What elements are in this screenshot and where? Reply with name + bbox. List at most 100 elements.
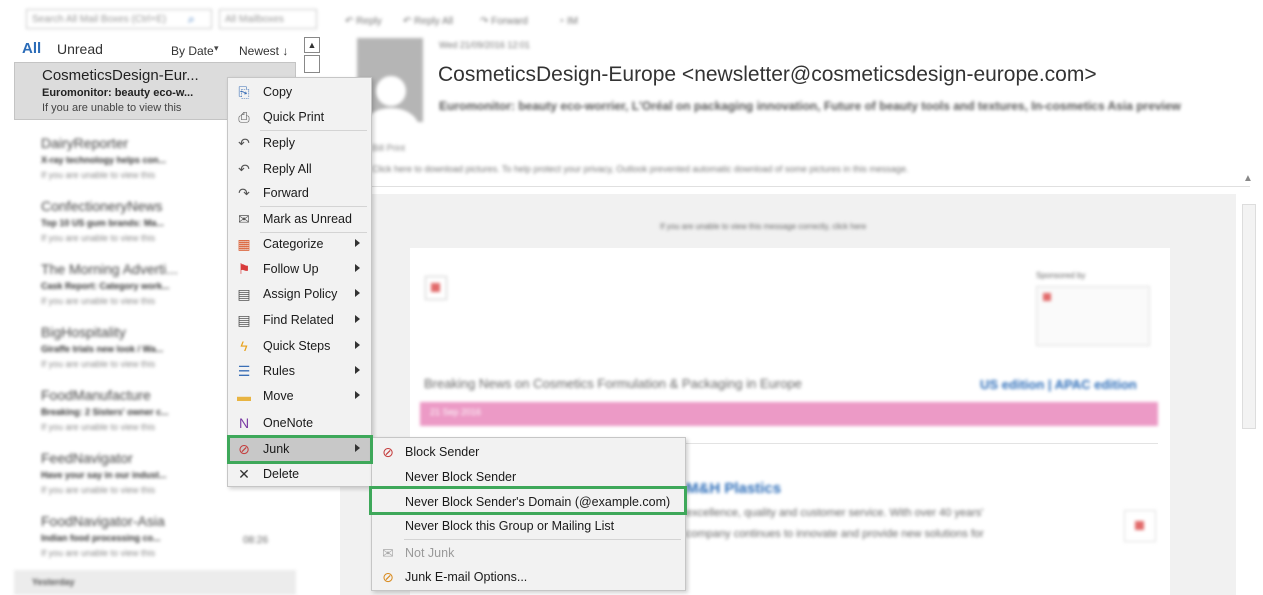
menu-item-label: Quick Print	[263, 110, 325, 124]
message-subject-preview: X-ray technology helps con...	[41, 155, 167, 165]
mailbox-scope-select[interactable]: All Mailboxes	[219, 9, 317, 29]
junk-item-junk-e-mail-options[interactable]: ⊘ Junk E-mail Options...	[373, 565, 684, 589]
message-subject: Euromonitor: beauty eco-worrier, L'Oréal…	[439, 99, 1181, 113]
block-sender-icon: ⊘	[382, 444, 394, 460]
filter-unread-tab[interactable]: Unread	[57, 41, 103, 57]
menu-item-label: Follow Up	[263, 262, 319, 276]
search-input[interactable]: Search All Mail Boxes (Ctrl+E)	[26, 9, 212, 29]
message-preview: If you are unable to view this	[41, 422, 156, 432]
submenu-arrow-icon	[355, 391, 360, 399]
menu-item-categorize[interactable]: ▦ Categorize	[229, 232, 370, 256]
article-text: company continues to innovate and provid…	[686, 528, 984, 540]
menu-item-label: Mark as Unread	[263, 212, 352, 226]
message-preview: If you are unable to view this	[41, 548, 156, 558]
junk-item-block-sender[interactable]: ⊘ Block Sender	[373, 440, 684, 464]
message-list-item[interactable]: FoodNavigator-Asia Indian food processing…	[14, 509, 296, 567]
menu-item-label: Block Sender	[405, 445, 480, 459]
menu-item-reply[interactable]: ↶ Reply	[229, 131, 370, 155]
menu-item-label: Move	[263, 389, 294, 403]
sponsor-image[interactable]	[1036, 286, 1150, 346]
menu-item-mark-as-unread[interactable]: ✉ Mark as Unread	[229, 207, 370, 231]
message-sender: FoodManufacture	[41, 387, 151, 403]
message-subject-preview: Have your say in our indust...	[41, 470, 167, 480]
message-preview: If you are unable to view this	[41, 359, 156, 369]
message-subject-preview: Breaking: 2 Sisters' owner c...	[41, 407, 169, 417]
menu-item-label: Never Block Sender	[405, 470, 517, 484]
find-related-icon: ▤	[237, 312, 251, 328]
sponsored-label: Sponsored by	[1036, 271, 1086, 280]
not-junk-icon: ✉	[382, 545, 394, 561]
message-sender: FoodNavigator-Asia	[41, 513, 165, 529]
message-sender: FeedNavigator	[41, 450, 133, 466]
context-menu: ⎘ Copy ⎙ Quick Print ↶ Reply ↶ Reply All ↷ Forwar…	[227, 77, 372, 487]
menu-separator	[404, 539, 681, 540]
reply-button[interactable]: ↶ Reply	[345, 16, 382, 27]
message-preview: If you are unable to view this	[41, 233, 156, 243]
filter-all-tab[interactable]: All	[22, 40, 41, 57]
submenu-arrow-icon	[355, 366, 360, 374]
download-pictures-infobar[interactable]: Click here to download pictures. To help…	[372, 164, 908, 174]
edition-links[interactable]: US edition | APAC edition	[980, 377, 1137, 392]
submenu-arrow-icon	[355, 444, 360, 452]
junk-item-never-block-sender-s-domain-example-com[interactable]: Never Block Sender's Domain (@example.co…	[373, 490, 684, 514]
article-headline[interactable]: M&H Plastics	[686, 480, 781, 497]
divider	[340, 186, 1250, 187]
group-header[interactable]: Yesterday	[14, 570, 296, 595]
junk-item-not-junk: ✉ Not Junk	[373, 541, 684, 565]
reply-all-icon: ↶	[238, 161, 250, 177]
junk-submenu: ⊘ Block Sender Never Block Sender Never Blo…	[371, 437, 686, 591]
forward-button[interactable]: ↷ Forward	[480, 16, 528, 27]
sort-by-button[interactable]: By Date	[171, 44, 214, 58]
menu-item-label: Never Block this Group or Mailing List	[405, 519, 615, 533]
chevron-up-icon[interactable]: ▲	[1243, 173, 1253, 184]
message-from[interactable]: CosmeticsDesign-Europe <newsletter@cosme…	[438, 63, 1097, 87]
menu-item-onenote[interactable]: N OneNote	[229, 411, 370, 435]
message-subject-preview: Euromonitor: beauty eco-w...	[42, 87, 194, 99]
submenu-arrow-icon	[355, 315, 360, 323]
junk-item-never-block-this-group-or-mailing-list[interactable]: Never Block this Group or Mailing List	[373, 514, 684, 538]
menu-item-label: Quick Steps	[263, 339, 331, 353]
sort-order-button[interactable]: Newest ↓	[239, 44, 288, 58]
message-subject-preview: Indian food processing co...	[41, 533, 161, 543]
categorize-icon: ▦	[237, 236, 251, 252]
date-banner: 21 Sep 2016	[420, 402, 1158, 426]
menu-item-quick-print[interactable]: ⎙ Quick Print	[229, 105, 370, 129]
menu-item-delete[interactable]: ✕ Delete	[229, 462, 370, 486]
menu-item-reply-all[interactable]: ↶ Reply All	[229, 157, 370, 181]
rules-icon: ☰	[237, 363, 251, 379]
menu-item-junk[interactable]: ⊘ Junk	[229, 437, 370, 461]
menu-item-label: Not Junk	[405, 546, 455, 560]
view-online-notice[interactable]: If you are unable to view this message c…	[660, 222, 866, 231]
message-subject-preview: Top 10 US gum brands: Ma...	[41, 218, 164, 228]
menu-item-follow-up[interactable]: ⚑ Follow Up	[229, 257, 370, 281]
menu-item-label: Junk E-mail Options...	[405, 570, 528, 584]
scroll-up-button[interactable]: ▲	[304, 37, 320, 53]
reply-all-button[interactable]: ↶ Reply All	[403, 16, 453, 27]
article-image	[1124, 510, 1156, 542]
junk-item-never-block-sender[interactable]: Never Block Sender	[373, 465, 684, 489]
menu-item-label: OneNote	[263, 416, 314, 430]
scrollbar-thumb[interactable]	[304, 55, 320, 73]
menu-item-move[interactable]: ▬ Move	[229, 384, 370, 408]
reply-icon: ↶	[238, 135, 250, 151]
junk-icon: ⊘	[238, 441, 250, 457]
menu-item-label: Forward	[263, 186, 309, 200]
menu-item-label: Assign Policy	[263, 287, 338, 301]
menu-item-find-related[interactable]: ▤ Find Related	[229, 308, 370, 332]
menu-item-rules[interactable]: ☰ Rules	[229, 359, 370, 383]
chevron-down-icon[interactable]: ▾	[214, 43, 219, 54]
forward-icon: ↷	[238, 185, 250, 201]
search-icon[interactable]: ⌕	[188, 12, 202, 26]
lightning-icon: ϟ	[240, 338, 248, 354]
menu-item-label: Reply	[263, 136, 295, 150]
menu-item-copy[interactable]: ⎘ Copy	[229, 80, 370, 104]
copy-icon: ⎘	[238, 84, 250, 100]
menu-item-assign-policy[interactable]: ▤ Assign Policy	[229, 282, 370, 306]
im-button[interactable]: ◔ IM	[558, 16, 578, 27]
menu-item-forward[interactable]: ↷ Forward	[229, 181, 370, 205]
message-tag: Bill Print	[372, 143, 406, 153]
envelope-icon: ✉	[238, 211, 250, 227]
message-subject-preview: Giraffe trials new look / Wa...	[41, 344, 164, 354]
message-body-scrollbar[interactable]	[1242, 204, 1256, 429]
menu-item-quick-steps[interactable]: ϟ Quick Steps	[229, 334, 370, 358]
